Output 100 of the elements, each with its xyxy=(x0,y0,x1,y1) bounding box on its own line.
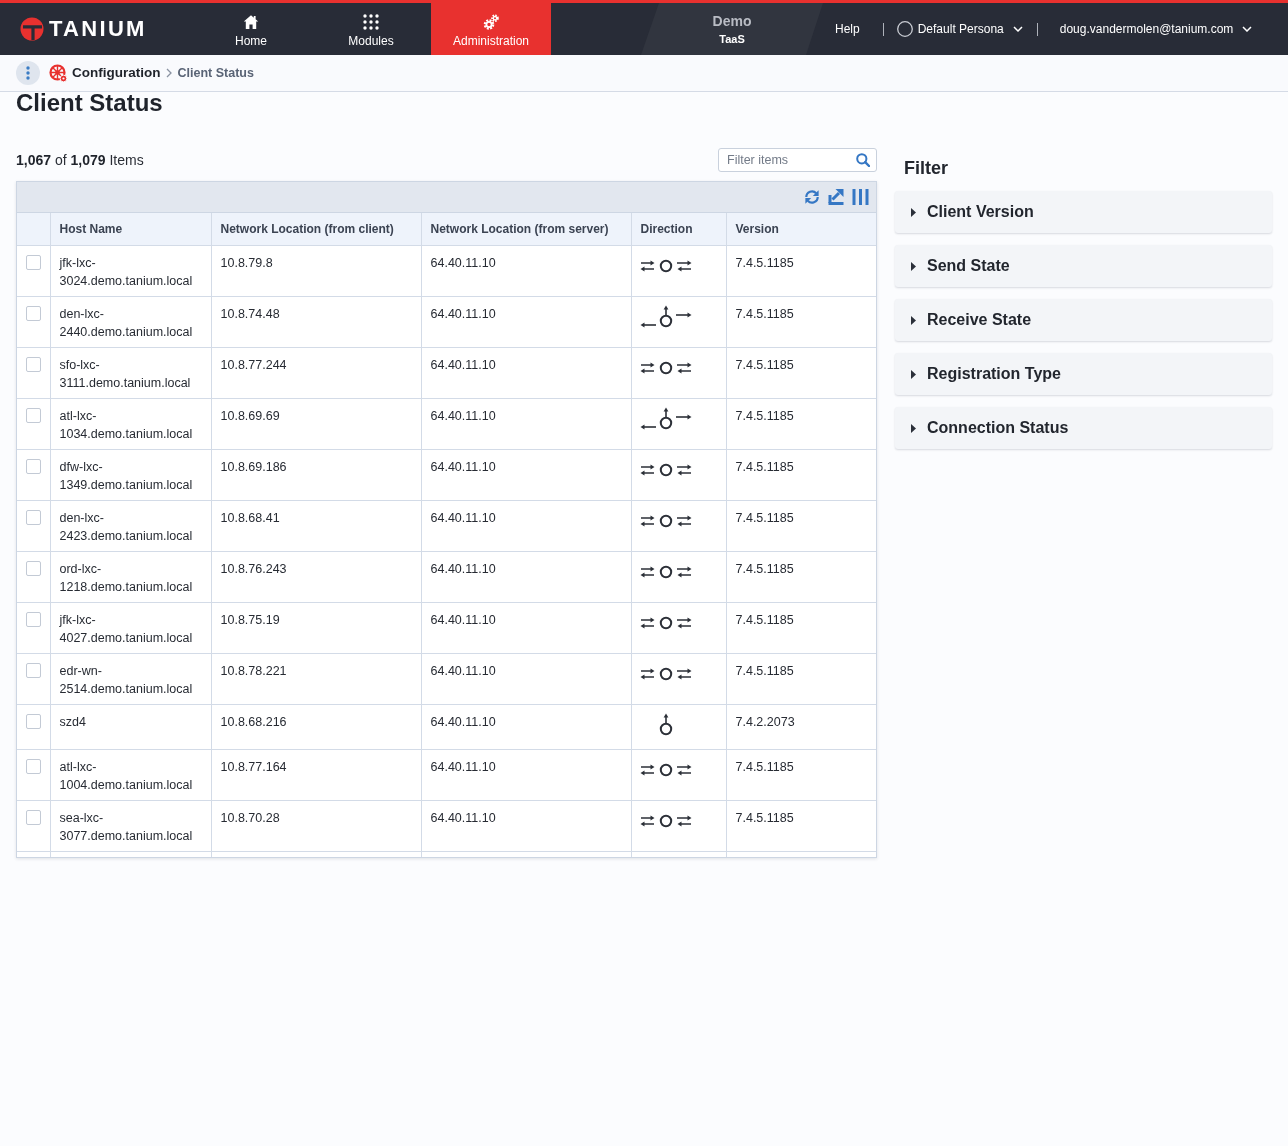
table-cell: 7.4.5.1185 xyxy=(726,296,876,348)
nav-tab[interactable]: Administration xyxy=(431,3,551,55)
table-cell: 10.8.68.41 xyxy=(211,500,421,552)
columns-icon[interactable] xyxy=(852,189,869,205)
two-way-arrows-circle-icon xyxy=(639,564,692,580)
table-cell: 64.40.11.10 xyxy=(421,602,631,654)
wheel-icon xyxy=(49,64,67,82)
two-way-arrows-circle-icon xyxy=(639,258,692,274)
column-header[interactable]: Direction xyxy=(631,213,726,246)
table-cell: 64.40.11.10 xyxy=(421,749,631,801)
two-way-arrows-circle-icon xyxy=(639,762,692,778)
table-cell: 7.4.5.1185 xyxy=(726,347,876,399)
filter-section[interactable]: Receive State xyxy=(895,299,1272,341)
table-cell: 10.8.77.244 xyxy=(211,347,421,399)
more-button[interactable] xyxy=(16,61,40,85)
table-cell: 7.4.5.1185 xyxy=(726,245,876,297)
table-cell: 7.4.5.1185 xyxy=(726,653,876,705)
table-cell: 7.4.5.1185 xyxy=(726,749,876,801)
refresh-icon[interactable] xyxy=(804,189,820,205)
filter-heading: Filter xyxy=(904,158,948,178)
instance-label: Demo xyxy=(712,12,752,29)
table-cell: 10.8.70.28 xyxy=(211,800,421,852)
table-cell: sfo-lxc-3111.demo.tanium.local xyxy=(50,347,211,399)
two-way-arrows-circle-icon xyxy=(639,462,692,478)
column-header[interactable]: Network Location (from client) xyxy=(211,213,421,246)
table-cell: 10.8.74.48 xyxy=(211,296,421,348)
breadcrumb-current: Client Status xyxy=(177,65,254,81)
table-cell: 10.8.69.186 xyxy=(211,449,421,501)
row-checkbox[interactable] xyxy=(26,408,41,423)
table-cell: 7.4.5.1185 xyxy=(726,449,876,501)
row-checkbox[interactable] xyxy=(26,459,41,474)
table-cell: dfw-lxc-1349.demo.tanium.local xyxy=(50,449,211,501)
table-cell: 64.40.11.10 xyxy=(421,704,631,750)
dot-grid-icon xyxy=(363,14,379,30)
search-field[interactable]: Filter items xyxy=(718,148,877,172)
table-cell: 7.4.5.1185 xyxy=(726,602,876,654)
chevron-right-icon xyxy=(166,68,173,78)
kebab-icon xyxy=(26,66,30,80)
item-count: 1,067 of 1,079 Items xyxy=(16,151,144,169)
filter-section[interactable]: Connection Status xyxy=(895,407,1272,449)
table-cell: 10.8.76.243 xyxy=(211,551,421,603)
search-icon[interactable] xyxy=(856,153,870,167)
user-menu[interactable]: doug.vandermolen@tanium.com xyxy=(1059,21,1253,37)
column-header[interactable]: Network Location (from server) xyxy=(421,213,631,246)
chevron-down-icon xyxy=(1242,26,1253,32)
table-cell: 7.4.5.1185 xyxy=(726,500,876,552)
table-cell: atl-lxc-1004.demo.tanium.local xyxy=(50,749,211,801)
filter-section[interactable]: Send State xyxy=(895,245,1272,287)
row-checkbox[interactable] xyxy=(26,306,41,321)
table-cell: jfk-lxc-3024.demo.tanium.local xyxy=(50,245,211,297)
row-checkbox[interactable] xyxy=(26,810,41,825)
avatar-icon xyxy=(896,21,913,37)
chevron-down-icon xyxy=(1012,26,1023,32)
nav-tab[interactable]: Home xyxy=(191,3,311,55)
up-arrow-circle-icon xyxy=(658,713,673,737)
row-checkbox[interactable] xyxy=(26,612,41,627)
table-cell: 10.8.68.216 xyxy=(211,704,421,750)
table-cell: sea-lxc-3077.demo.tanium.local xyxy=(50,800,211,852)
row-checkbox[interactable] xyxy=(26,663,41,678)
table-cell: 64.40.11.10 xyxy=(421,500,631,552)
row-checkbox[interactable] xyxy=(26,357,41,372)
table-cell: 7.4.5.1185 xyxy=(726,800,876,852)
two-way-arrows-circle-icon xyxy=(639,615,692,631)
tier-label: TaaS xyxy=(719,32,745,46)
breadcrumb-link[interactable]: Configuration xyxy=(72,64,161,82)
row-checkbox[interactable] xyxy=(26,561,41,576)
two-way-arrows-circle-icon xyxy=(639,360,692,376)
gears-icon xyxy=(483,14,499,30)
row-checkbox[interactable] xyxy=(26,510,41,525)
table-cell: edr-wn-2514.demo.tanium.local xyxy=(50,653,211,705)
row-checkbox[interactable] xyxy=(26,714,41,729)
table-cell: 7.4.2.2073 xyxy=(726,704,876,750)
persona-menu[interactable]: Default Persona xyxy=(896,21,1023,37)
help-link[interactable]: Help xyxy=(835,21,860,37)
filter-section[interactable]: Client Version xyxy=(895,191,1272,233)
table-cell: den-lxc-2423.demo.tanium.local xyxy=(50,500,211,552)
table-cell: 10.8.79.8 xyxy=(211,245,421,297)
row-checkbox[interactable] xyxy=(26,759,41,774)
column-header[interactable]: Host Name xyxy=(50,213,211,246)
column-header[interactable]: Version xyxy=(726,213,876,246)
table-cell: 64.40.11.10 xyxy=(421,398,631,450)
table-cell: 64.40.11.10 xyxy=(421,551,631,603)
two-way-arrows-circle-icon xyxy=(639,813,692,829)
table-cell: atl-lxc-1034.demo.tanium.local xyxy=(50,398,211,450)
table-cell: 7.4.5.1185 xyxy=(726,551,876,603)
table-cell: 10.8.69.69 xyxy=(211,398,421,450)
nav-tab[interactable]: Modules xyxy=(311,3,431,55)
table-cell: 64.40.11.10 xyxy=(421,347,631,399)
two-way-arrows-circle-icon xyxy=(639,666,692,682)
table-cell: den-lxc-2440.demo.tanium.local xyxy=(50,296,211,348)
table-cell: 10.8.78.221 xyxy=(211,653,421,705)
table-cell: 7.4.5.1185 xyxy=(726,398,876,450)
table-cell: 64.40.11.10 xyxy=(421,800,631,852)
row-checkbox[interactable] xyxy=(26,255,41,270)
filter-section[interactable]: Registration Type xyxy=(895,353,1272,395)
export-icon[interactable] xyxy=(828,189,844,205)
table-cell: 64.40.11.10 xyxy=(421,653,631,705)
table-cell: jfk-lxc-4027.demo.tanium.local xyxy=(50,602,211,654)
split-arrows-circle-icon xyxy=(639,407,692,431)
table-cell: 10.8.75.19 xyxy=(211,602,421,654)
